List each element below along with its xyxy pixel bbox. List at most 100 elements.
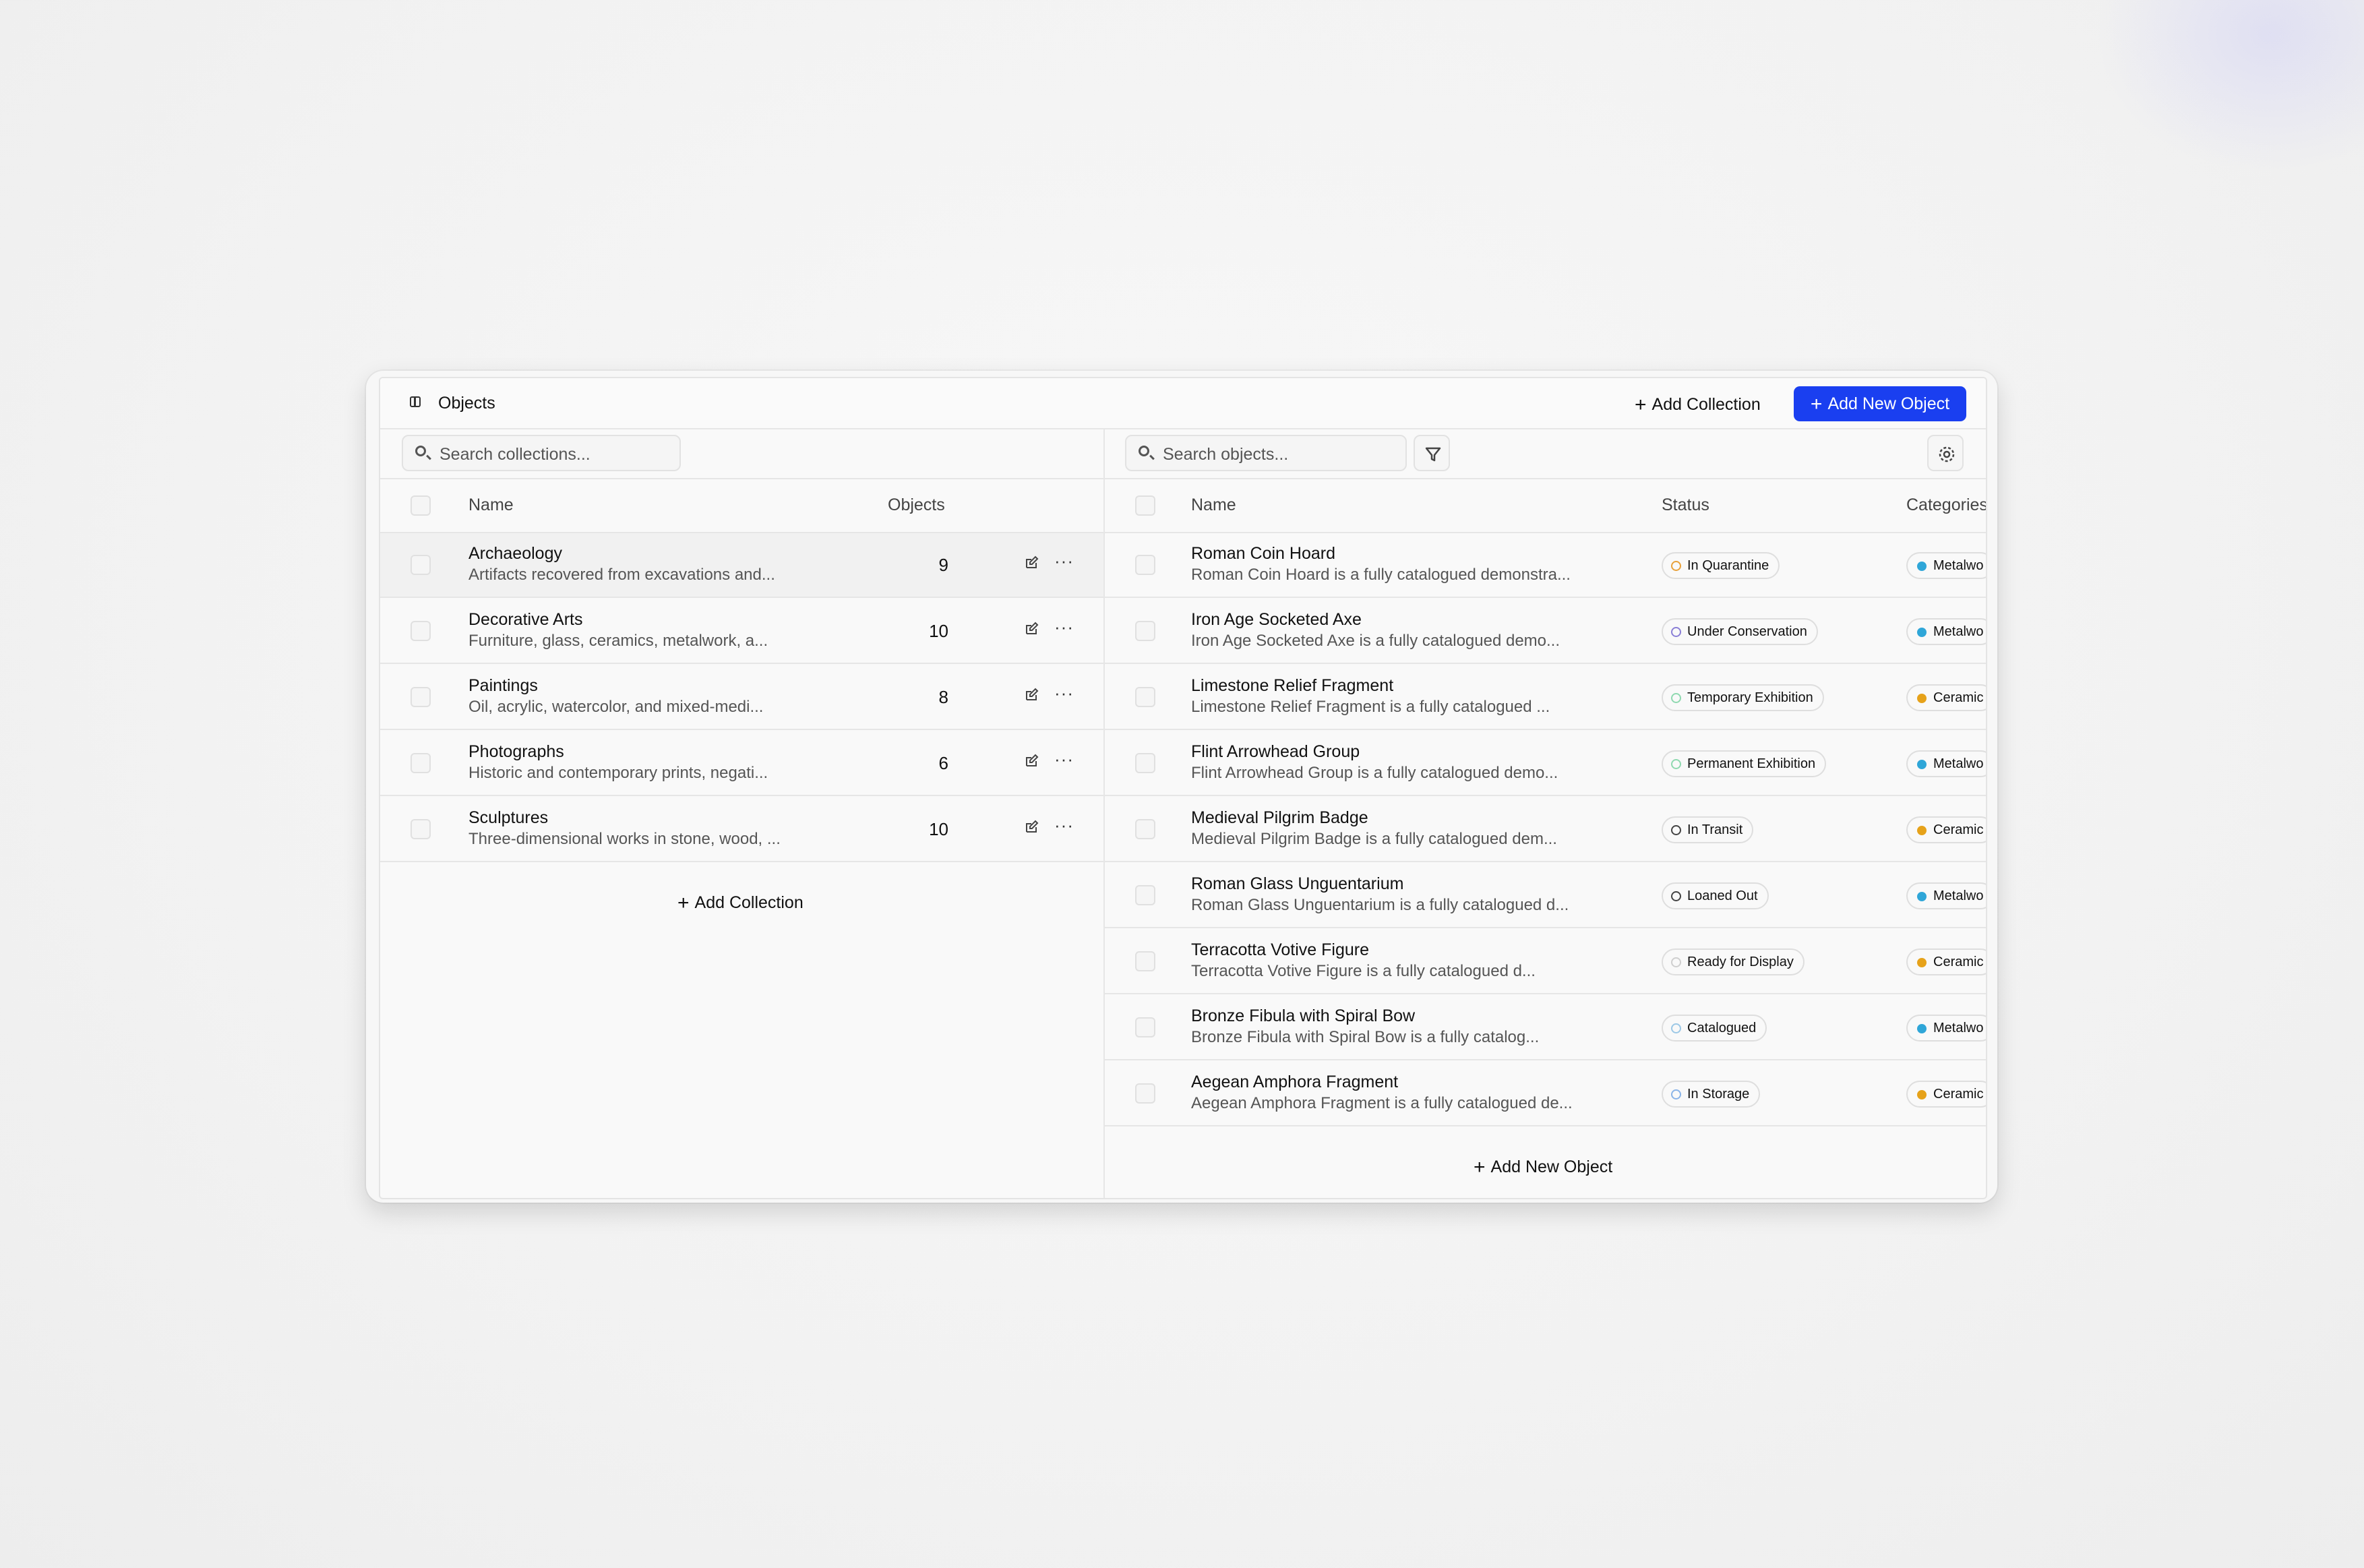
row-checkbox[interactable] — [411, 555, 431, 575]
status-icon — [1671, 825, 1681, 835]
collection-row[interactable]: Sculptures Three-dimensional works in sto… — [380, 797, 1103, 862]
edit-icon[interactable] — [1024, 555, 1039, 570]
add-new-object-button[interactable]: + Add New Object — [1794, 386, 1966, 421]
status-badge: Ready for Display — [1662, 948, 1805, 975]
row-checkbox[interactable] — [1135, 885, 1155, 905]
search-icon — [1139, 446, 1149, 456]
category-badge: Ceramic — [1906, 816, 1986, 843]
edit-icon[interactable] — [1024, 820, 1039, 835]
object-row[interactable]: Iron Age Socketed Axe Iron Age Socketed A… — [1105, 599, 1986, 664]
objects-search-input[interactable]: Search objects... — [1125, 435, 1407, 471]
add-new-object-link[interactable]: + Add New Object — [1474, 1156, 1612, 1179]
plus-icon: + — [1635, 394, 1647, 416]
object-name: Aegean Amphora Fragment — [1191, 1073, 1399, 1091]
object-description: Roman Glass Unguentarium is a fully cata… — [1191, 896, 1569, 914]
add-collection-button[interactable]: + Add Collection — [1623, 388, 1773, 421]
object-row[interactable]: Flint Arrowhead Group Flint Arrowhead Gro… — [1105, 731, 1986, 796]
object-row[interactable]: Roman Glass Unguentarium Roman Glass Ungu… — [1105, 864, 1986, 928]
category-badge: Metalwo — [1906, 618, 1986, 645]
status-badge: In Storage — [1662, 1081, 1761, 1108]
object-description: Flint Arrowhead Group is a fully catalog… — [1191, 764, 1558, 782]
object-row[interactable]: Medieval Pilgrim Badge Medieval Pilgrim B… — [1105, 797, 1986, 862]
object-count: 9 — [938, 555, 948, 575]
more-options-icon[interactable]: ··· — [1054, 683, 1074, 704]
collection-row[interactable]: Photographs Historic and contemporary pri… — [380, 731, 1103, 796]
more-options-icon[interactable]: ··· — [1054, 617, 1074, 638]
category-dot-icon — [1917, 628, 1927, 637]
object-row[interactable]: Roman Coin Hoard Roman Coin Hoard is a fu… — [1105, 533, 1986, 598]
object-description: Roman Coin Hoard is a fully catalogued d… — [1191, 566, 1571, 584]
collection-name: Photographs — [468, 742, 564, 761]
settings-button[interactable] — [1927, 435, 1964, 471]
row-checkbox[interactable] — [411, 621, 431, 641]
more-options-icon[interactable]: ··· — [1054, 749, 1074, 770]
collection-description: Furniture, glass, ceramics, metalwork, a… — [468, 632, 768, 650]
object-name: Bronze Fibula with Spiral Bow — [1191, 1006, 1416, 1025]
filter-icon — [1425, 447, 1441, 462]
objects-toolbar: Search objects... — [1105, 428, 1986, 479]
collection-row[interactable]: Decorative Arts Furniture, glass, ceramic… — [380, 599, 1103, 664]
collection-row[interactable]: Archaeology Artifacts recovered from exca… — [380, 533, 1103, 598]
row-checkbox[interactable] — [411, 687, 431, 707]
status-badge: Catalogued — [1662, 1015, 1767, 1042]
category-badge: Metalwo — [1906, 552, 1986, 579]
collection-row[interactable]: Paintings Oil, acrylic, watercolor, and m… — [380, 665, 1103, 730]
filter-button[interactable] — [1414, 435, 1450, 471]
collection-name: Sculptures — [468, 808, 549, 827]
object-row[interactable]: Limestone Relief Fragment Limestone Relie… — [1105, 665, 1986, 730]
collection-name: Decorative Arts — [468, 610, 583, 629]
gear-icon — [1939, 446, 1955, 462]
sidebar-toggle-icon[interactable] — [410, 396, 421, 407]
collections-table-header: Name Objects — [380, 479, 1103, 533]
object-count: 6 — [938, 753, 948, 773]
object-row[interactable]: Terracotta Votive Figure Terracotta Votiv… — [1105, 930, 1986, 994]
status-badge: In Quarantine — [1662, 552, 1780, 579]
object-description: Terracotta Votive Figure is a fully cata… — [1191, 962, 1536, 980]
object-description: Iron Age Socketed Axe is a fully catalog… — [1191, 632, 1560, 650]
column-status: Status — [1662, 495, 1709, 514]
row-checkbox[interactable] — [1135, 621, 1155, 641]
row-checkbox[interactable] — [1135, 687, 1155, 707]
add-collection-link[interactable]: + Add Collection — [677, 892, 804, 915]
status-badge: Permanent Exhibition — [1662, 750, 1827, 777]
row-checkbox[interactable] — [1135, 819, 1155, 839]
row-checkbox[interactable] — [1135, 1017, 1155, 1037]
edit-icon[interactable] — [1024, 688, 1039, 702]
category-dot-icon — [1917, 562, 1927, 571]
select-all-checkbox[interactable] — [1135, 495, 1155, 516]
background-glow — [2094, 0, 2364, 175]
object-name: Limestone Relief Fragment — [1191, 676, 1394, 695]
status-icon — [1671, 891, 1681, 901]
row-checkbox[interactable] — [1135, 555, 1155, 575]
status-icon — [1671, 1023, 1681, 1033]
plus-icon: + — [1474, 1156, 1486, 1178]
row-checkbox[interactable] — [411, 819, 431, 839]
status-icon — [1671, 561, 1681, 571]
category-dot-icon — [1917, 892, 1927, 901]
object-row[interactable]: Aegean Amphora Fragment Aegean Amphora Fr… — [1105, 1062, 1986, 1126]
category-dot-icon — [1917, 826, 1927, 835]
select-all-checkbox[interactable] — [411, 495, 431, 516]
more-options-icon[interactable]: ··· — [1054, 815, 1074, 836]
object-row[interactable]: Bronze Fibula with Spiral Bow Bronze Fibu… — [1105, 996, 1986, 1060]
more-options-icon[interactable]: ··· — [1054, 551, 1074, 572]
row-checkbox[interactable] — [411, 753, 431, 773]
edit-icon[interactable] — [1024, 622, 1039, 636]
column-name: Name — [1191, 495, 1236, 514]
edit-icon[interactable] — [1024, 754, 1039, 768]
top-bar: Objects + Add Collection + Add New Object — [380, 378, 1986, 429]
collection-description: Historic and contemporary prints, negati… — [468, 764, 768, 782]
row-checkbox[interactable] — [1135, 753, 1155, 773]
row-checkbox[interactable] — [1135, 951, 1155, 971]
row-checkbox[interactable] — [1135, 1083, 1155, 1104]
objects-table-header: Name Status Categories — [1105, 479, 1986, 533]
category-dot-icon — [1917, 1024, 1927, 1033]
object-name: Medieval Pilgrim Badge — [1191, 808, 1368, 827]
category-badge: Metalwo — [1906, 1015, 1986, 1042]
collections-search-input[interactable]: Search collections... — [402, 435, 681, 471]
object-name: Iron Age Socketed Axe — [1191, 610, 1362, 629]
category-dot-icon — [1917, 694, 1927, 703]
status-icon — [1671, 693, 1681, 703]
collection-description: Oil, acrylic, watercolor, and mixed-medi… — [468, 698, 764, 716]
search-icon — [415, 446, 426, 456]
